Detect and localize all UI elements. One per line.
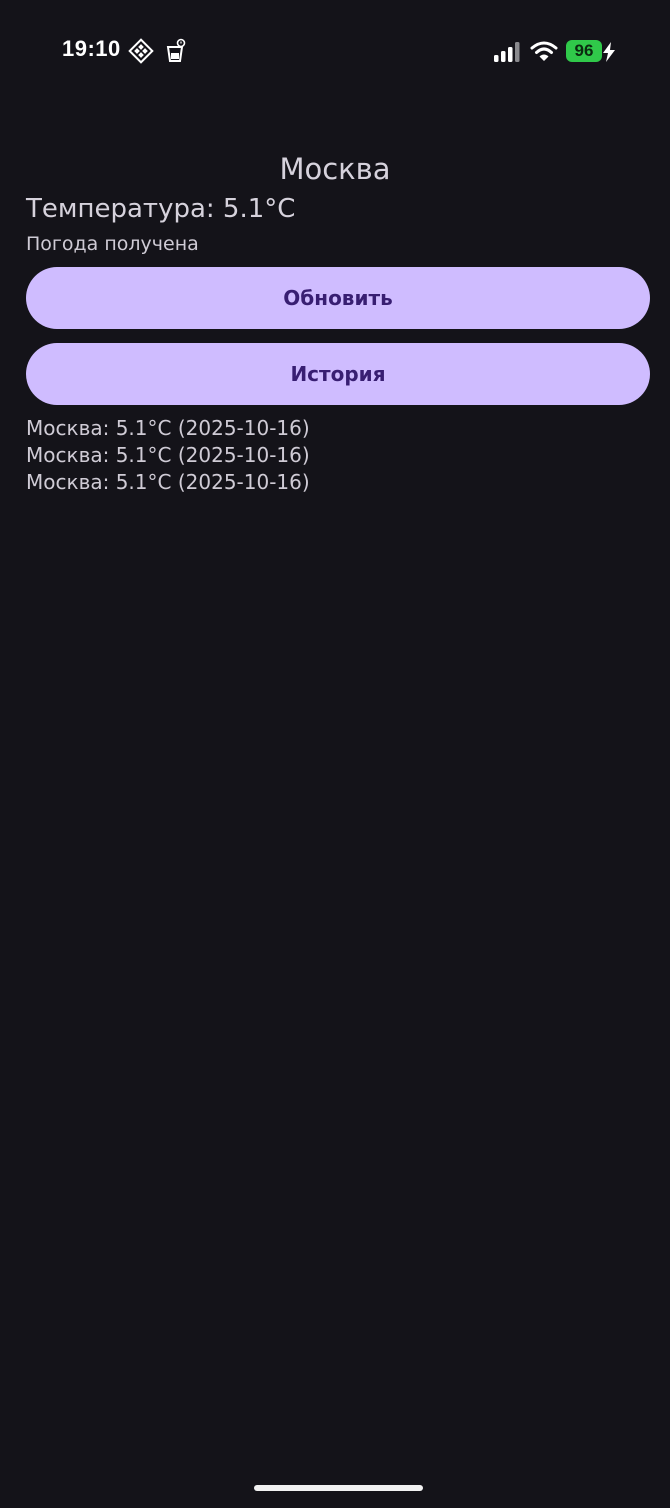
history-list: Москва: 5.1°C (2025-10-16) Москва: 5.1°C… [26, 415, 310, 496]
city-title: Москва [279, 152, 391, 186]
temperature-text: Температура: 5.1°C [26, 194, 296, 224]
home-indicator[interactable] [254, 1485, 423, 1491]
charging-bolt-icon [602, 42, 616, 62]
cup-alarm-icon [163, 38, 189, 64]
wifi-icon [530, 40, 558, 62]
battery-icon: 96 [566, 40, 602, 62]
status-time: 19:10 [62, 36, 121, 61]
signal-icon [494, 42, 522, 62]
history-item: Москва: 5.1°C (2025-10-16) [26, 470, 310, 494]
diamond-grid-icon [128, 38, 154, 64]
weather-status-text: Погода получена [26, 233, 199, 255]
status-bar: 19:10 96 [0, 0, 670, 100]
history-item: Москва: 5.1°C (2025-10-16) [26, 443, 310, 467]
history-button[interactable]: История [26, 343, 650, 405]
history-item: Москва: 5.1°C (2025-10-16) [26, 416, 310, 440]
refresh-button[interactable]: Обновить [26, 267, 650, 329]
